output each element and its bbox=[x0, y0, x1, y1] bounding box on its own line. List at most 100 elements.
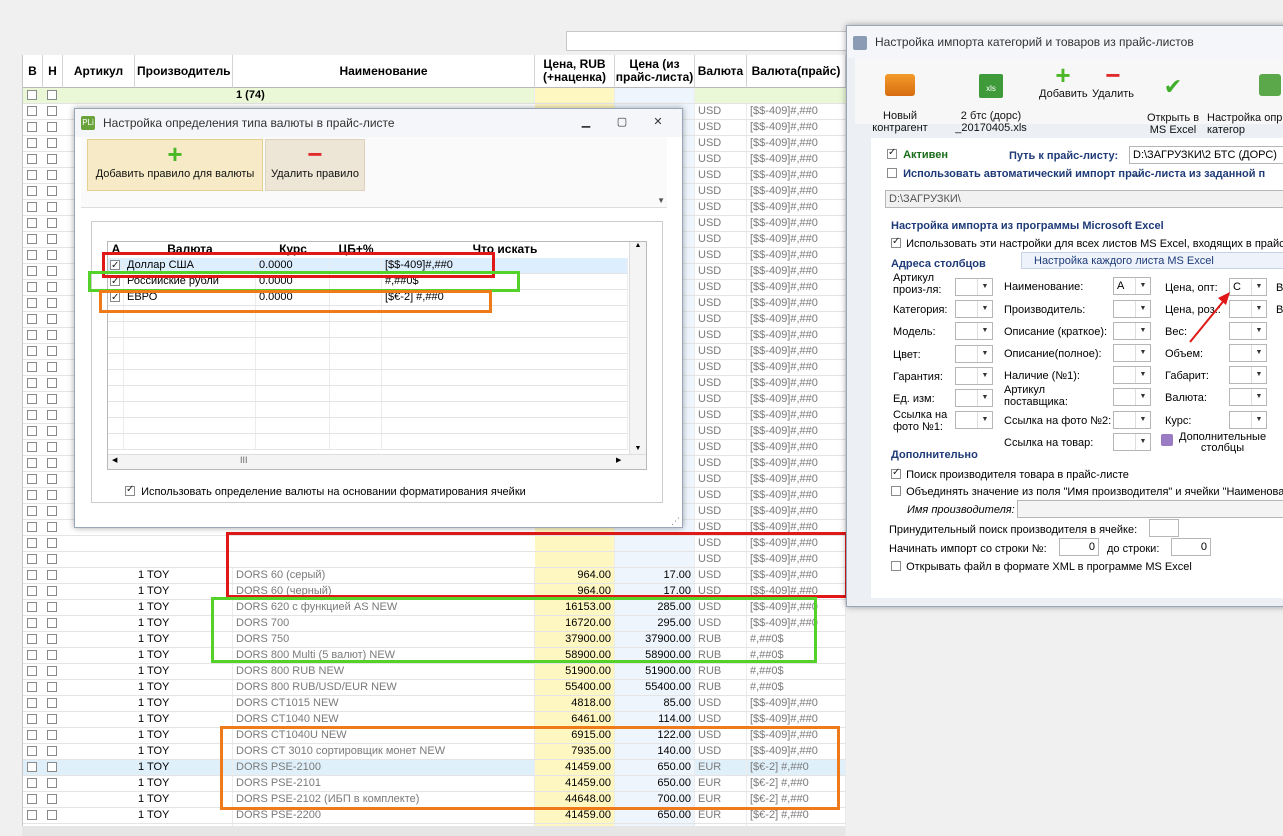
end-row-field[interactable]: 0 bbox=[1171, 538, 1211, 556]
currency-cell[interactable]: USD bbox=[695, 552, 747, 567]
rules-hscroll[interactable]: ◀ III ▶ bbox=[108, 454, 646, 469]
rule-find-cell[interactable]: [$$-409]#,##0 bbox=[382, 258, 628, 273]
rule-currency-cell[interactable] bbox=[124, 322, 256, 337]
maker-cell[interactable]: 1 TOY bbox=[135, 680, 233, 695]
row-checkbox[interactable] bbox=[47, 810, 57, 820]
rule-active-cell[interactable] bbox=[108, 370, 124, 385]
row-checkbox[interactable] bbox=[27, 554, 37, 564]
name-cell[interactable]: DORS 620 с функцией AS NEW bbox=[233, 600, 535, 615]
currency-format-cell[interactable]: [$$-409]#,##0 bbox=[747, 584, 846, 599]
rule-row[interactable] bbox=[108, 386, 628, 402]
currency-cell[interactable]: USD bbox=[695, 280, 747, 295]
name-cell[interactable]: DORS 700 bbox=[233, 616, 535, 631]
row-checkbox[interactable] bbox=[47, 298, 57, 308]
row-checkbox[interactable] bbox=[47, 762, 57, 772]
row-checkbox[interactable] bbox=[27, 282, 37, 292]
rule-rate-cell[interactable] bbox=[256, 306, 330, 321]
row-checkbox[interactable] bbox=[47, 250, 57, 260]
rule-row[interactable] bbox=[108, 370, 628, 386]
rule-active-cell[interactable] bbox=[108, 418, 124, 433]
row-checkbox[interactable] bbox=[27, 762, 37, 772]
currency-format-cell[interactable]: [$$-409]#,##0 bbox=[747, 728, 846, 743]
currency-format-cell[interactable]: [$$-409]#,##0 bbox=[747, 168, 846, 183]
resize-grip-icon[interactable]: ⋰ bbox=[671, 516, 680, 527]
rule-row[interactable] bbox=[108, 338, 628, 354]
currency-cell[interactable]: USD bbox=[695, 104, 747, 119]
rule-cb-cell[interactable] bbox=[330, 258, 382, 273]
row-checkbox[interactable] bbox=[27, 682, 37, 692]
rule-active-cell[interactable] bbox=[108, 306, 124, 321]
currency-cell[interactable]: USD bbox=[695, 616, 747, 631]
rule-row[interactable]: Доллар США0.0000 [$$-409]#,##0 bbox=[108, 258, 628, 274]
row-checkbox[interactable] bbox=[27, 602, 37, 612]
search-input[interactable] bbox=[566, 31, 848, 51]
currency-cell[interactable]: USD bbox=[695, 120, 747, 135]
row-checkbox[interactable] bbox=[27, 186, 37, 196]
maker-cell[interactable]: 1 TOY bbox=[135, 568, 233, 583]
currency-format-cell[interactable]: [$$-409]#,##0 bbox=[747, 504, 846, 519]
all-sheets-checkbox[interactable]: Использовать эти настройки для всех лист… bbox=[891, 236, 1283, 250]
maker-cell[interactable]: 1 TOY bbox=[135, 600, 233, 615]
rule-rate-cell[interactable] bbox=[256, 418, 330, 433]
row-checkbox[interactable] bbox=[27, 378, 37, 388]
orig-price-cell[interactable] bbox=[615, 88, 695, 103]
currency-format-cell[interactable]: [$$-409]#,##0 bbox=[747, 120, 846, 135]
force-search-field[interactable] bbox=[1149, 519, 1179, 537]
toolbar-dropdown-icon[interactable]: ▼ bbox=[657, 196, 665, 205]
rules-col-currency[interactable]: Валюта bbox=[124, 242, 256, 257]
rule-cb-cell[interactable] bbox=[330, 386, 382, 401]
currency-format-cell[interactable]: [$$-409]#,##0 bbox=[747, 472, 846, 487]
currency-cell[interactable]: EUR bbox=[695, 760, 747, 775]
currency-format-cell[interactable]: #,##0$ bbox=[747, 664, 846, 679]
table-row[interactable]: 1 TOY DORS CT 3010 сортировщик монет NEW 7… bbox=[23, 744, 846, 760]
use-format-checkbox[interactable]: Использовать определение валюты на основ… bbox=[125, 484, 526, 498]
active-checkbox[interactable]: Активен bbox=[887, 147, 948, 161]
delete-button[interactable]: − Удалить bbox=[1087, 62, 1139, 100]
delete-rule-button[interactable]: − Удалить правило bbox=[265, 139, 365, 191]
currency-cell[interactable]: RUB bbox=[695, 648, 747, 663]
table-row[interactable]: 1 TOY DORS 750 37900.00 37900.00 RUB #,##0$ bbox=[23, 632, 846, 648]
rule-find-cell[interactable] bbox=[382, 338, 628, 353]
rule-active-cell[interactable] bbox=[108, 354, 124, 369]
rule-rate-cell[interactable] bbox=[256, 354, 330, 369]
currency-cell[interactable]: USD bbox=[695, 520, 747, 535]
rule-currency-cell[interactable] bbox=[124, 354, 256, 369]
name-cell[interactable]: DORS CT1015 NEW bbox=[233, 696, 535, 711]
rule-rate-cell[interactable]: 0.0000 bbox=[256, 258, 330, 273]
row-checkbox[interactable] bbox=[47, 682, 57, 692]
row-checkbox[interactable] bbox=[47, 170, 57, 180]
path-field[interactable]: D:\ЗАГРУЗКИ\2 БТС (ДОРС) _ bbox=[1129, 146, 1283, 177]
orig-price-cell[interactable]: 55400.00 bbox=[615, 680, 695, 695]
price-cell[interactable]: 51900.00 bbox=[535, 664, 615, 679]
currency-cell[interactable]: USD bbox=[695, 232, 747, 247]
orig-price-cell[interactable]: 700.00 bbox=[615, 792, 695, 807]
start-row-field[interactable]: 0 bbox=[1059, 538, 1099, 556]
table-row[interactable]: USD [$$-409]#,##0 bbox=[23, 536, 846, 552]
currency-cell[interactable]: USD bbox=[695, 200, 747, 215]
rule-active-cell[interactable] bbox=[108, 290, 124, 305]
orig-price-cell[interactable]: 114.00 bbox=[615, 712, 695, 727]
row-checkbox[interactable] bbox=[47, 314, 57, 324]
currency-format-cell[interactable]: [$$-409]#,##0 bbox=[747, 376, 846, 391]
rule-find-cell[interactable] bbox=[382, 418, 628, 433]
rule-find-cell[interactable] bbox=[382, 434, 628, 449]
rule-find-cell[interactable] bbox=[382, 386, 628, 401]
maker-cell[interactable]: 1 TOY bbox=[135, 776, 233, 791]
currency-format-cell[interactable]: [$$-409]#,##0 bbox=[747, 344, 846, 359]
row-checkbox[interactable] bbox=[47, 522, 57, 532]
row-checkbox[interactable] bbox=[27, 202, 37, 212]
currency-format-cell[interactable]: #,##0$ bbox=[747, 632, 846, 647]
row-checkbox[interactable] bbox=[47, 282, 57, 292]
row-checkbox[interactable] bbox=[27, 458, 37, 468]
currency-cell[interactable]: USD bbox=[695, 440, 747, 455]
price-cell[interactable] bbox=[535, 88, 615, 103]
row-checkbox[interactable] bbox=[47, 266, 57, 276]
select-warranty[interactable]: ▼ bbox=[955, 367, 993, 385]
search-maker-checkbox[interactable]: Поиск производителя товара в прайс-листе bbox=[891, 467, 1129, 481]
scroll-down-icon[interactable]: ▼ bbox=[630, 445, 646, 452]
currency-format-cell[interactable]: [$$-409]#,##0 bbox=[747, 392, 846, 407]
row-checkbox[interactable] bbox=[27, 506, 37, 516]
close-icon[interactable]: ✕ bbox=[650, 115, 666, 129]
rule-checkbox[interactable] bbox=[110, 290, 120, 305]
price-cell[interactable]: 58900.00 bbox=[535, 648, 615, 663]
